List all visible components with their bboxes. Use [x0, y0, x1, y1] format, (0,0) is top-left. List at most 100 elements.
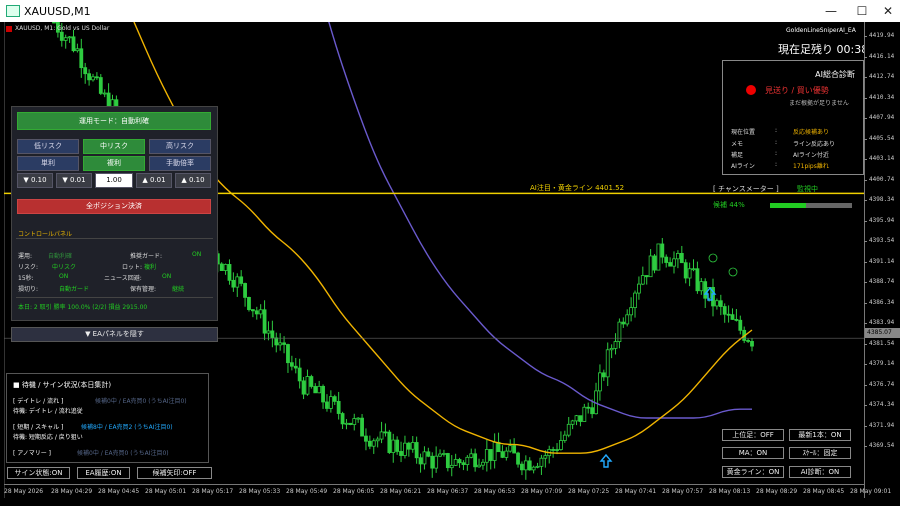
- price-tick: 4388.74: [863, 278, 895, 285]
- candle-body: [492, 441, 497, 461]
- hide-panel-button[interactable]: ▼ EAパネルを隠す: [11, 327, 218, 342]
- candle-body: [582, 406, 587, 422]
- time-axis[interactable]: 28 May 2026 28 May 04:29 28 May 04:45 28 Ma…: [4, 484, 891, 499]
- window-title-bar: XAUUSD,M1 — ☐ ✕: [0, 0, 900, 22]
- step-up-010-button[interactable]: ▲ 0.10: [175, 173, 211, 188]
- ea-history-toggle[interactable]: EA履歴:ON: [77, 467, 130, 479]
- candle-body: [297, 367, 302, 382]
- candle-body: [652, 255, 657, 271]
- signal-circle-icon: [708, 253, 718, 263]
- candle-body: [512, 445, 517, 454]
- time-tick: 28 May 06:21: [380, 488, 422, 495]
- candle-body: [364, 435, 368, 442]
- step-down-001-button[interactable]: ▼ 0.01: [56, 173, 92, 188]
- candle-body: [656, 243, 661, 271]
- mid-risk-button[interactable]: 中リスク: [83, 139, 145, 154]
- app-icon: [6, 5, 20, 17]
- close-icon[interactable]: ✕: [876, 2, 900, 20]
- simple-interest-button[interactable]: 単利: [17, 156, 79, 171]
- candle-body: [227, 264, 232, 281]
- price-tick: 4369.54: [863, 442, 895, 449]
- price-tick: 4395.94: [863, 216, 895, 224]
- mode-button[interactable]: 運用モード：自動利確: [17, 112, 211, 130]
- signal-status-toggle[interactable]: サイン状態:ON: [7, 467, 70, 479]
- price-axis[interactable]: 4419.94 4416.14 4412.74 4410.34 4407.94 4405.…: [863, 22, 900, 498]
- candle-body: [633, 292, 637, 308]
- candle-body: [247, 297, 251, 310]
- candle-body: [453, 459, 458, 466]
- candle-body: [258, 309, 263, 315]
- candle-body: [734, 319, 739, 321]
- lot-value-field[interactable]: 1.00: [95, 173, 133, 188]
- candle-body: [91, 76, 95, 81]
- time-tick: 28 May 09:01: [850, 488, 892, 495]
- candle-body: [348, 422, 353, 425]
- candle-body: [676, 253, 680, 260]
- price-tick: 4410.34: [863, 93, 895, 101]
- candle-body: [562, 434, 567, 441]
- candle-body: [683, 262, 688, 279]
- candle-body: [250, 309, 255, 312]
- manual-multiplier-button[interactable]: 手動倍率: [149, 156, 211, 171]
- signal-title: ■ 待機 / サイン状況(本日集計): [13, 381, 112, 389]
- step-up-001-button[interactable]: ▲ 0.01: [136, 173, 172, 188]
- high-risk-button[interactable]: 高リスク: [149, 139, 211, 154]
- ai-diagnosis-toggle[interactable]: AI診断：ON: [789, 466, 851, 478]
- low-risk-button[interactable]: 低リスク: [17, 139, 79, 154]
- candle-body: [640, 275, 645, 285]
- price-tick: 4412.74: [863, 73, 895, 80]
- candle-body: [672, 258, 676, 267]
- candle-body: [379, 431, 384, 440]
- signal-status-panel: ■ 待機 / サイン状況(本日集計) [ デイトレ / 流れ ] 候補0中 / …: [6, 373, 209, 463]
- step-down-010-button[interactable]: ▼ 0.10: [17, 173, 53, 188]
- ma-toggle[interactable]: MA：ON: [722, 447, 784, 459]
- candidate-arrow-toggle[interactable]: 候補矢印:OFF: [137, 467, 212, 479]
- candle-body: [67, 36, 72, 39]
- symbol-text: XAUUSD, M1: Gold vs US Dollar: [15, 25, 110, 32]
- candle-body: [87, 73, 91, 81]
- signal-wait: 待機: 短期反応 / 戻り狙い: [13, 434, 83, 441]
- candle-body: [410, 442, 415, 450]
- price-tick: 4405.54: [863, 134, 895, 142]
- ma-fast-line: [133, 22, 753, 454]
- time-tick: 28 May 08:13: [709, 488, 751, 495]
- candle-body: [551, 449, 556, 451]
- candle-body: [102, 92, 107, 95]
- latest-bar-toggle[interactable]: 最新1本：ON: [789, 429, 851, 441]
- candle-body: [282, 342, 286, 345]
- close-all-button[interactable]: 全ポジション決済: [17, 199, 211, 214]
- scale-toggle[interactable]: ｽｹｰﾙ：固定: [789, 447, 851, 459]
- cp-value: 中リスク: [52, 264, 77, 271]
- candle-body: [59, 31, 64, 41]
- higher-tf-toggle[interactable]: 上位足：OFF: [722, 429, 784, 441]
- candle-body: [243, 283, 247, 298]
- divider: [16, 238, 213, 239]
- price-tick: 4381.54: [863, 339, 895, 347]
- candle-body: [469, 453, 474, 458]
- maximize-icon[interactable]: ☐: [850, 2, 874, 20]
- candle-body: [695, 268, 700, 292]
- verdict-dot-icon: [746, 85, 756, 95]
- compound-button[interactable]: 複利: [83, 156, 145, 171]
- cp-key: 推奨ガード:: [130, 253, 163, 260]
- minimize-icon[interactable]: —: [819, 2, 843, 20]
- candle-body: [520, 463, 524, 471]
- candle-body: [387, 431, 392, 453]
- cp-key: 保有管理:: [130, 286, 157, 293]
- candle-body: [434, 455, 439, 469]
- candle-body: [461, 462, 466, 465]
- time-tick: 28 May 07:09: [521, 488, 563, 495]
- candle-body: [360, 417, 364, 437]
- cp-key: ニュース回避:: [104, 275, 142, 282]
- candle-body: [691, 268, 696, 271]
- chance-meter-fill: [770, 203, 807, 208]
- gold-line-toggle[interactable]: 黄金ライン：ON: [722, 466, 784, 478]
- candle-body: [449, 464, 454, 469]
- cp-value: ON: [162, 273, 172, 280]
- current-price-tag: 4385.07: [865, 328, 900, 338]
- candle-body: [399, 451, 403, 456]
- candle-body: [266, 330, 271, 334]
- symbol-marker-icon: [6, 25, 12, 32]
- candle-body: [442, 453, 446, 455]
- price-tick: 4376.74: [863, 380, 895, 388]
